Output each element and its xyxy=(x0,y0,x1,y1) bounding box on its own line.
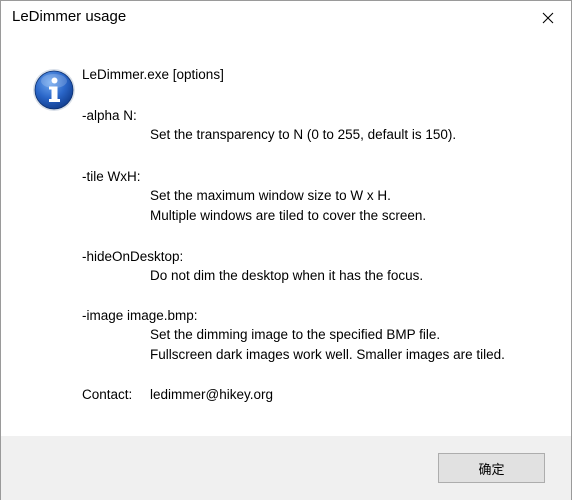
option-desc-tile-1: Set the maximum window size to W x H. xyxy=(150,188,391,203)
ok-button[interactable]: 确定 xyxy=(438,453,545,483)
title-bar[interactable]: LeDimmer usage xyxy=(1,1,571,34)
option-flag-image: -image image.bmp: xyxy=(82,308,198,323)
option-desc-image-1: Set the dimming image to the specified B… xyxy=(150,327,441,342)
button-bar: 确定 xyxy=(1,436,571,500)
option-flag-hideondesktop: -hideOnDesktop: xyxy=(82,249,184,264)
option-desc-alpha-1: Set the transparency to N (0 to 255, def… xyxy=(150,127,457,142)
option-flag-alpha: -alpha N: xyxy=(82,108,137,123)
usage-command: LeDimmer.exe [options] xyxy=(82,67,224,82)
info-icon xyxy=(33,69,75,111)
option-flag-tile: -tile WxH: xyxy=(82,169,141,184)
window-title: LeDimmer usage xyxy=(12,8,127,25)
dialog-window: LeDimmer usage LeDimmer.exe [options] -a… xyxy=(0,0,572,500)
option-desc-image-2: Fullscreen dark images work well. Smalle… xyxy=(150,347,505,362)
contact-label: Contact: xyxy=(82,387,133,402)
contact-email: ledimmer@hikey.org xyxy=(150,387,273,402)
option-desc-tile-2: Multiple windows are tiled to cover the … xyxy=(150,208,427,223)
message-area: LeDimmer.exe [options] -alpha N: Set the… xyxy=(1,34,571,436)
option-desc-hideondesktop-1: Do not dim the desktop when it has the f… xyxy=(150,268,424,283)
close-button[interactable] xyxy=(525,1,571,34)
close-icon xyxy=(542,12,554,23)
